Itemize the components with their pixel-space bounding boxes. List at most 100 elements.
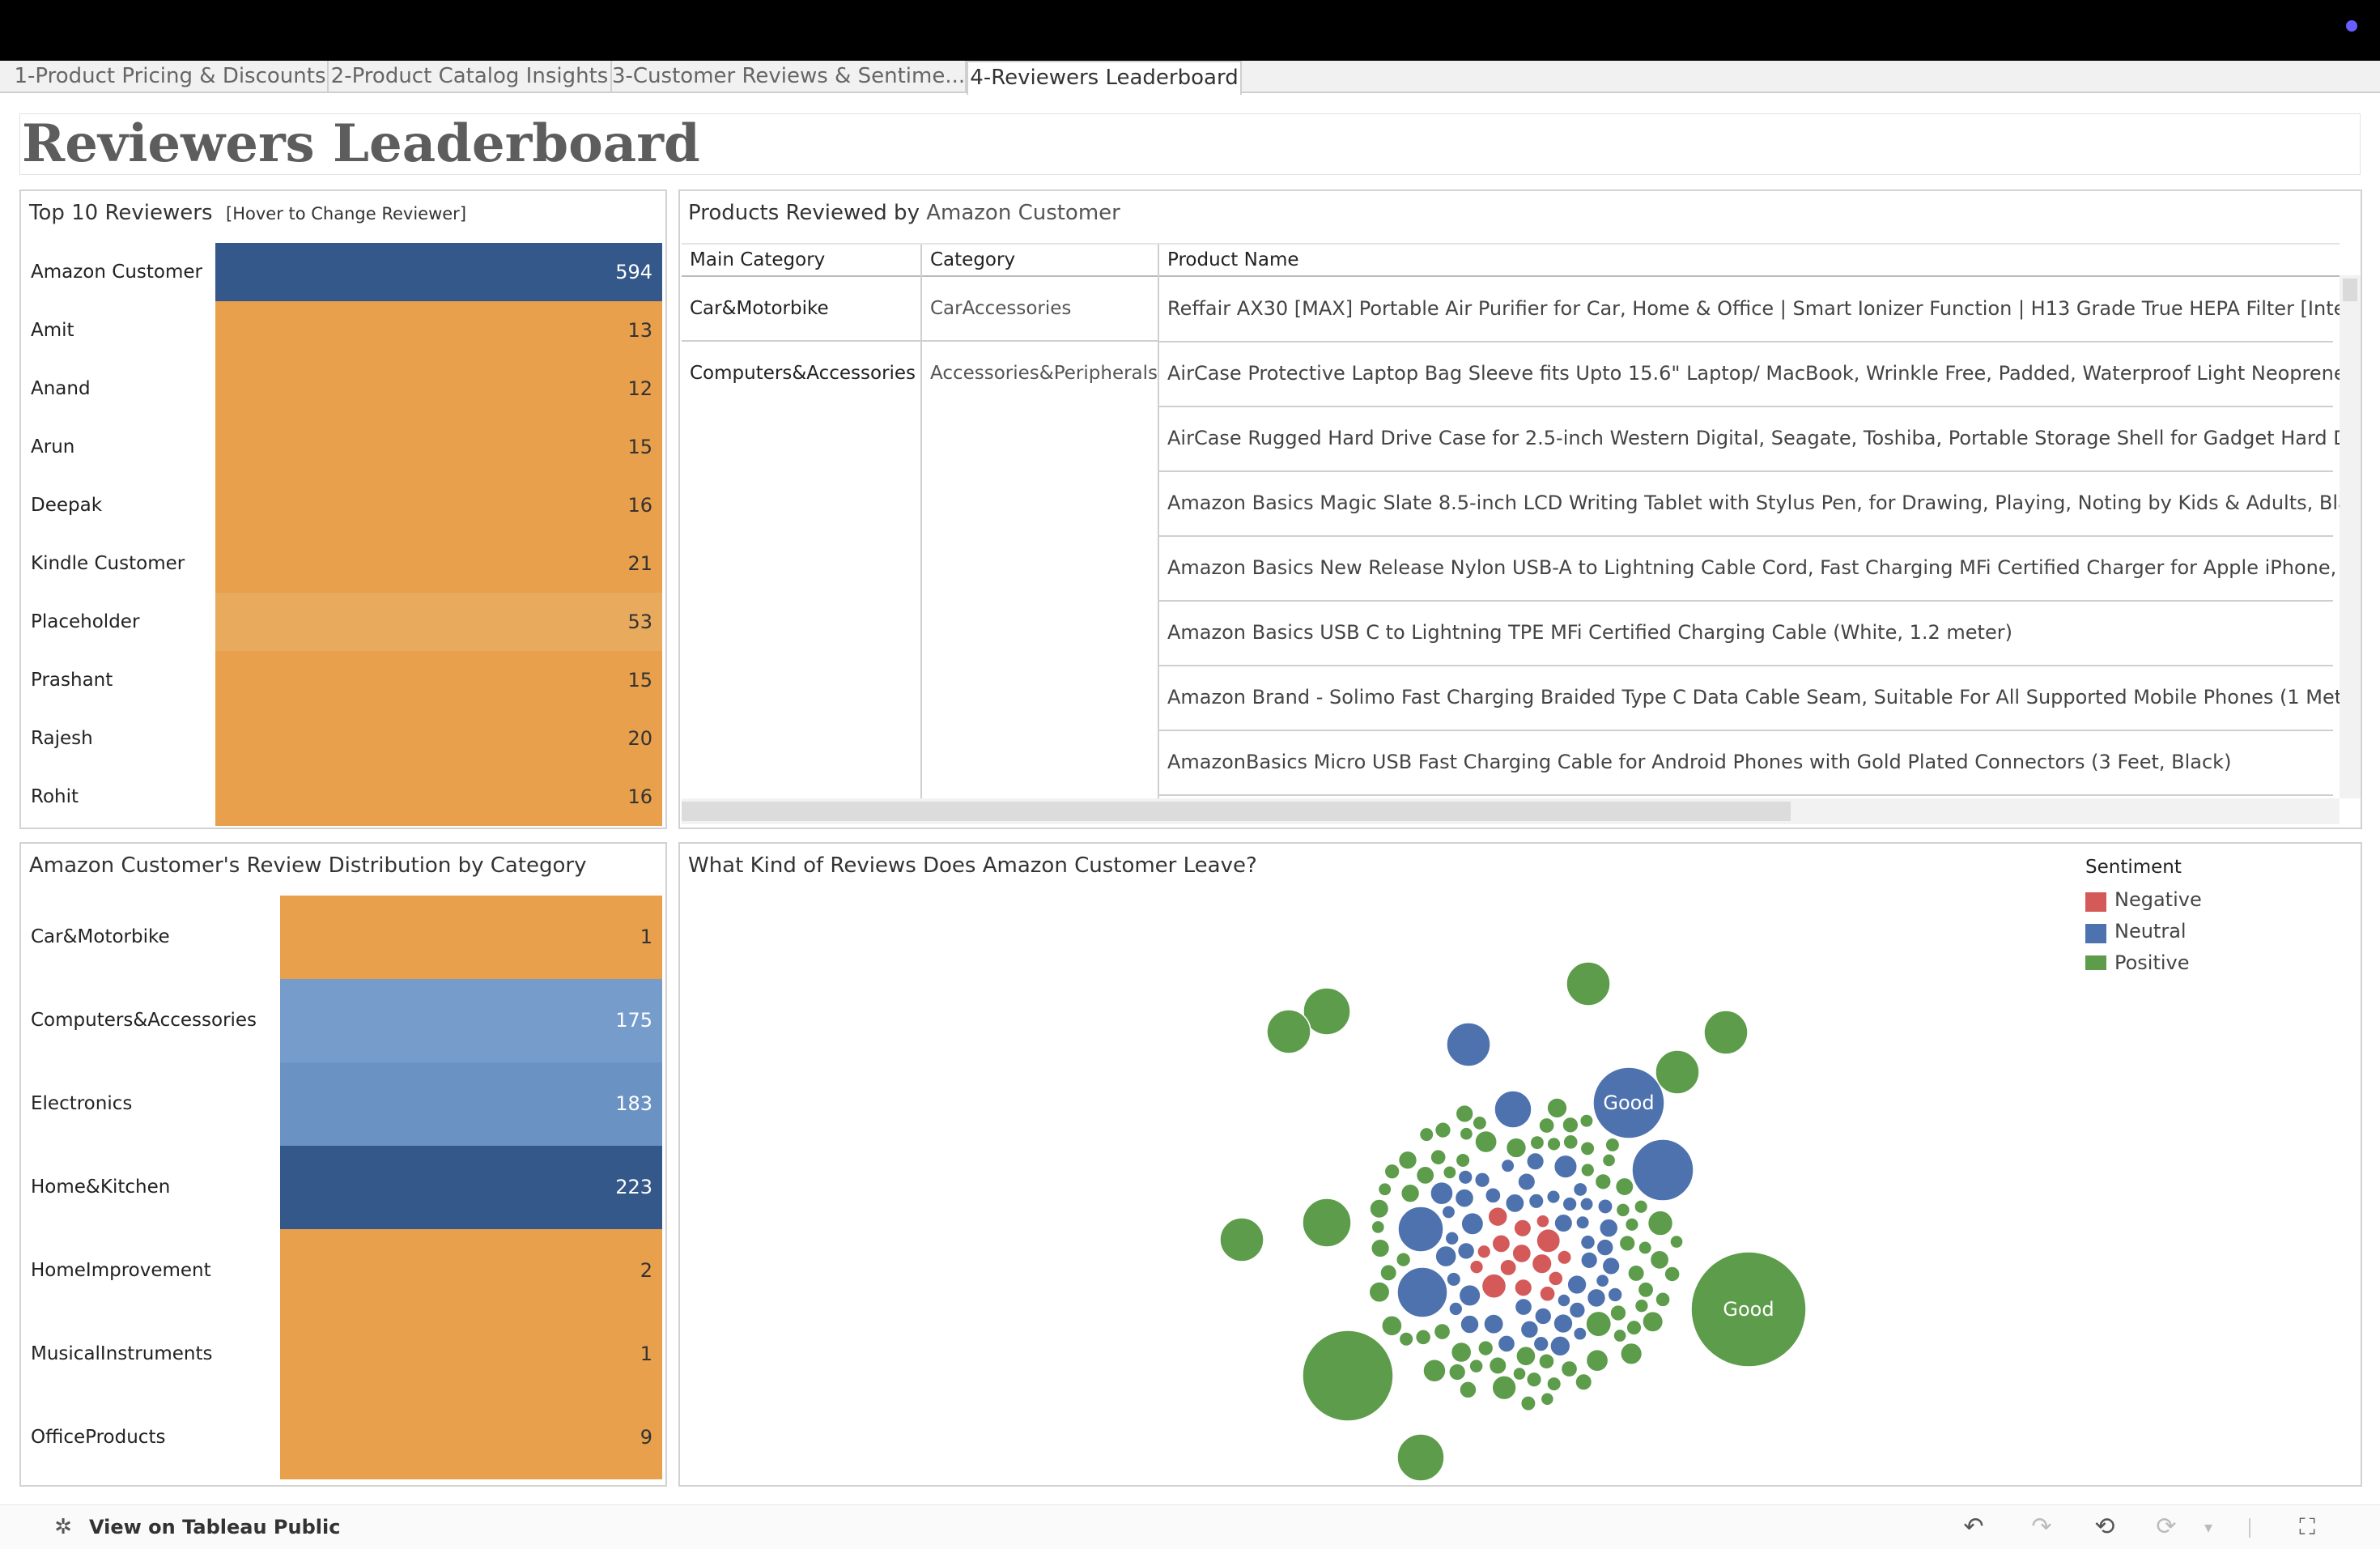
category-row[interactable]: MusicalInstruments 1: [21, 1313, 665, 1396]
reviewer-row[interactable]: Prashant 15: [21, 651, 665, 709]
negative-review-bubble[interactable]: [1536, 1228, 1562, 1253]
reviewer-bar[interactable]: 15: [215, 651, 662, 709]
positive-review-bubble[interactable]: [1566, 961, 1611, 1006]
positive-review-bubble[interactable]: [1368, 1281, 1391, 1304]
positive-review-bubble[interactable]: [1519, 1395, 1536, 1412]
positive-review-bubble[interactable]: [1512, 1366, 1527, 1381]
positive-review-bubble[interactable]: [1538, 1117, 1555, 1134]
category-bar[interactable]: 223: [280, 1146, 662, 1229]
fullscreen-icon[interactable]: ⛶: [2294, 1515, 2320, 1539]
reviewer-row[interactable]: Kindle Customer 21: [21, 534, 665, 593]
neutral-review-bubble[interactable]: [1575, 1215, 1591, 1230]
positive-review-bubble[interactable]: [1585, 1348, 1609, 1372]
neutral-review-bubble[interactable]: [1596, 1238, 1614, 1257]
positive-review-bubble[interactable]: [1433, 1322, 1451, 1341]
positive-review-bubble[interactable]: [1579, 1140, 1596, 1156]
reviewer-bar[interactable]: 20: [215, 709, 662, 768]
neutral-review-bubble[interactable]: [1532, 1335, 1549, 1352]
category-bar[interactable]: 183: [280, 1062, 662, 1146]
positive-review-bubble[interactable]: [1450, 1341, 1473, 1364]
positive-review-bubble[interactable]: [1477, 1339, 1494, 1357]
neutral-review-bubble[interactable]: [1494, 1090, 1532, 1129]
positive-review-bubble[interactable]: [1448, 1363, 1467, 1381]
positive-review-bubble[interactable]: [1398, 1331, 1414, 1347]
negative-review-bubble[interactable]: [1514, 1278, 1533, 1297]
reviewer-bar[interactable]: 13: [215, 301, 662, 360]
positive-review-bubble[interactable]: [1459, 1126, 1474, 1142]
neutral-review-bubble[interactable]: [1597, 1198, 1613, 1215]
negative-review-bubble[interactable]: [1531, 1253, 1553, 1275]
positive-review-bubble[interactable]: [1546, 1376, 1562, 1392]
positive-review-bubble[interactable]: [1703, 1010, 1749, 1055]
view-on-tableau-link[interactable]: View on Tableau Public: [89, 1505, 340, 1549]
positive-review-bubble[interactable]: [1638, 1240, 1653, 1255]
positive-review-bubble[interactable]: [1624, 1217, 1639, 1232]
positive-review-bubble[interactable]: [1546, 1136, 1562, 1151]
neutral-review-bubble[interactable]: [1458, 1283, 1481, 1307]
category-row[interactable]: Home&Kitchen 223: [21, 1146, 665, 1229]
positive-review-bubble[interactable]: [1395, 1251, 1412, 1268]
category-bar[interactable]: 2: [280, 1229, 662, 1313]
negative-review-bubble[interactable]: [1511, 1243, 1532, 1264]
category-row[interactable]: HomeImprovement 2: [21, 1229, 665, 1313]
positive-review-bubble[interactable]: [1538, 1352, 1555, 1370]
category-row[interactable]: Car&Motorbike 1: [21, 896, 665, 979]
positive-review-bubble[interactable]: [1613, 1328, 1627, 1343]
neutral-review-bubble[interactable]: [1497, 1334, 1516, 1353]
tab-product-catalog[interactable]: 2-Product Catalog Insights: [329, 61, 612, 91]
positive-review-bubble[interactable]: [1601, 1153, 1617, 1168]
positive-review-bubble[interactable]: [1626, 1319, 1643, 1336]
positive-review-bubble[interactable]: [1627, 1264, 1646, 1283]
negative-review-bubble[interactable]: [1536, 1214, 1550, 1228]
positive-review-bubble[interactable]: [1381, 1315, 1403, 1337]
reviewer-row[interactable]: Rohit 16: [21, 768, 665, 826]
neutral-review-bubble[interactable]: [1545, 1189, 1562, 1205]
neutral-review-bubble[interactable]: [1430, 1181, 1454, 1206]
legend-item-negative[interactable]: Negative: [2079, 884, 2314, 916]
table-row[interactable]: AirCase Rugged Hard Drive Case for 2.5-i…: [1159, 406, 2340, 472]
tab-product-pricing[interactable]: 1-Product Pricing & Discounts: [13, 61, 329, 91]
category-bar[interactable]: 9: [280, 1396, 662, 1479]
positive-review-bubble[interactable]: [1634, 1199, 1649, 1215]
positive-review-bubble[interactable]: [1400, 1183, 1421, 1203]
neutral-review-bubble[interactable]: [1568, 1301, 1587, 1319]
table-row[interactable]: Amazon Brand - Solimo Fast Charging Brai…: [1159, 666, 2340, 731]
positive-review-bubble[interactable]: [1649, 1249, 1670, 1270]
negative-review-bubble[interactable]: [1499, 1258, 1518, 1277]
positive-review-bubble[interactable]: [1620, 1342, 1643, 1365]
positive-review-bubble[interactable]: [1369, 1198, 1390, 1219]
table-row[interactable]: Amazon Basics Magic Slate 8.5-inch LCD W…: [1159, 471, 2340, 537]
products-table[interactable]: Main Category Category Product Name Car&…: [682, 243, 2340, 800]
neutral-review-bubble[interactable]: [1460, 1211, 1485, 1236]
positive-review-bubble[interactable]: [1434, 1121, 1452, 1139]
neutral-review-bubble[interactable]: [1553, 1154, 1578, 1179]
positive-review-bubble[interactable]: [1383, 1163, 1400, 1180]
neutral-review-bubble[interactable]: [1579, 1234, 1596, 1250]
neutral-review-bubble[interactable]: [1562, 1196, 1578, 1212]
positive-review-bubble[interactable]: [1526, 1371, 1543, 1388]
neutral-review-bubble[interactable]: [1446, 1271, 1462, 1287]
reviewer-row[interactable]: Amazon Customer 594: [21, 243, 665, 301]
positive-review-bubble[interactable]: [1422, 1358, 1447, 1383]
neutral-review-bubble[interactable]: [1514, 1297, 1533, 1317]
negative-review-bubble[interactable]: [1513, 1219, 1532, 1238]
category-row[interactable]: Electronics 183: [21, 1062, 665, 1146]
positive-review-bubble[interactable]: [1488, 1355, 1507, 1375]
positive-review-bubble[interactable]: [1414, 1329, 1432, 1346]
positive-review-bubble[interactable]: [1219, 1217, 1264, 1262]
neutral-review-bubble[interactable]: [1601, 1256, 1621, 1276]
reviewer-bar[interactable]: 16: [215, 476, 662, 534]
neutral-review-bubble[interactable]: [1607, 1287, 1623, 1303]
positive-review-bubble[interactable]: [1609, 1304, 1627, 1322]
category-bar[interactable]: 175: [280, 979, 662, 1062]
neutral-review-bubble[interactable]: [1441, 1204, 1456, 1219]
reviewer-row[interactable]: Placeholder 53: [21, 593, 665, 651]
positive-review-bubble[interactable]: [1505, 1137, 1528, 1159]
neutral-review-bubble[interactable]: [1500, 1158, 1515, 1173]
refresh-icon[interactable]: ⟳: [2153, 1515, 2179, 1539]
neutral-review-bubble[interactable]: [1598, 1218, 1619, 1238]
positive-review-bubble[interactable]: [1442, 1164, 1457, 1180]
positive-review-bubble[interactable]: [1637, 1281, 1655, 1299]
neutral-review-bubble[interactable]: [1579, 1197, 1595, 1212]
positive-review-bubble[interactable]: [1468, 1358, 1484, 1374]
